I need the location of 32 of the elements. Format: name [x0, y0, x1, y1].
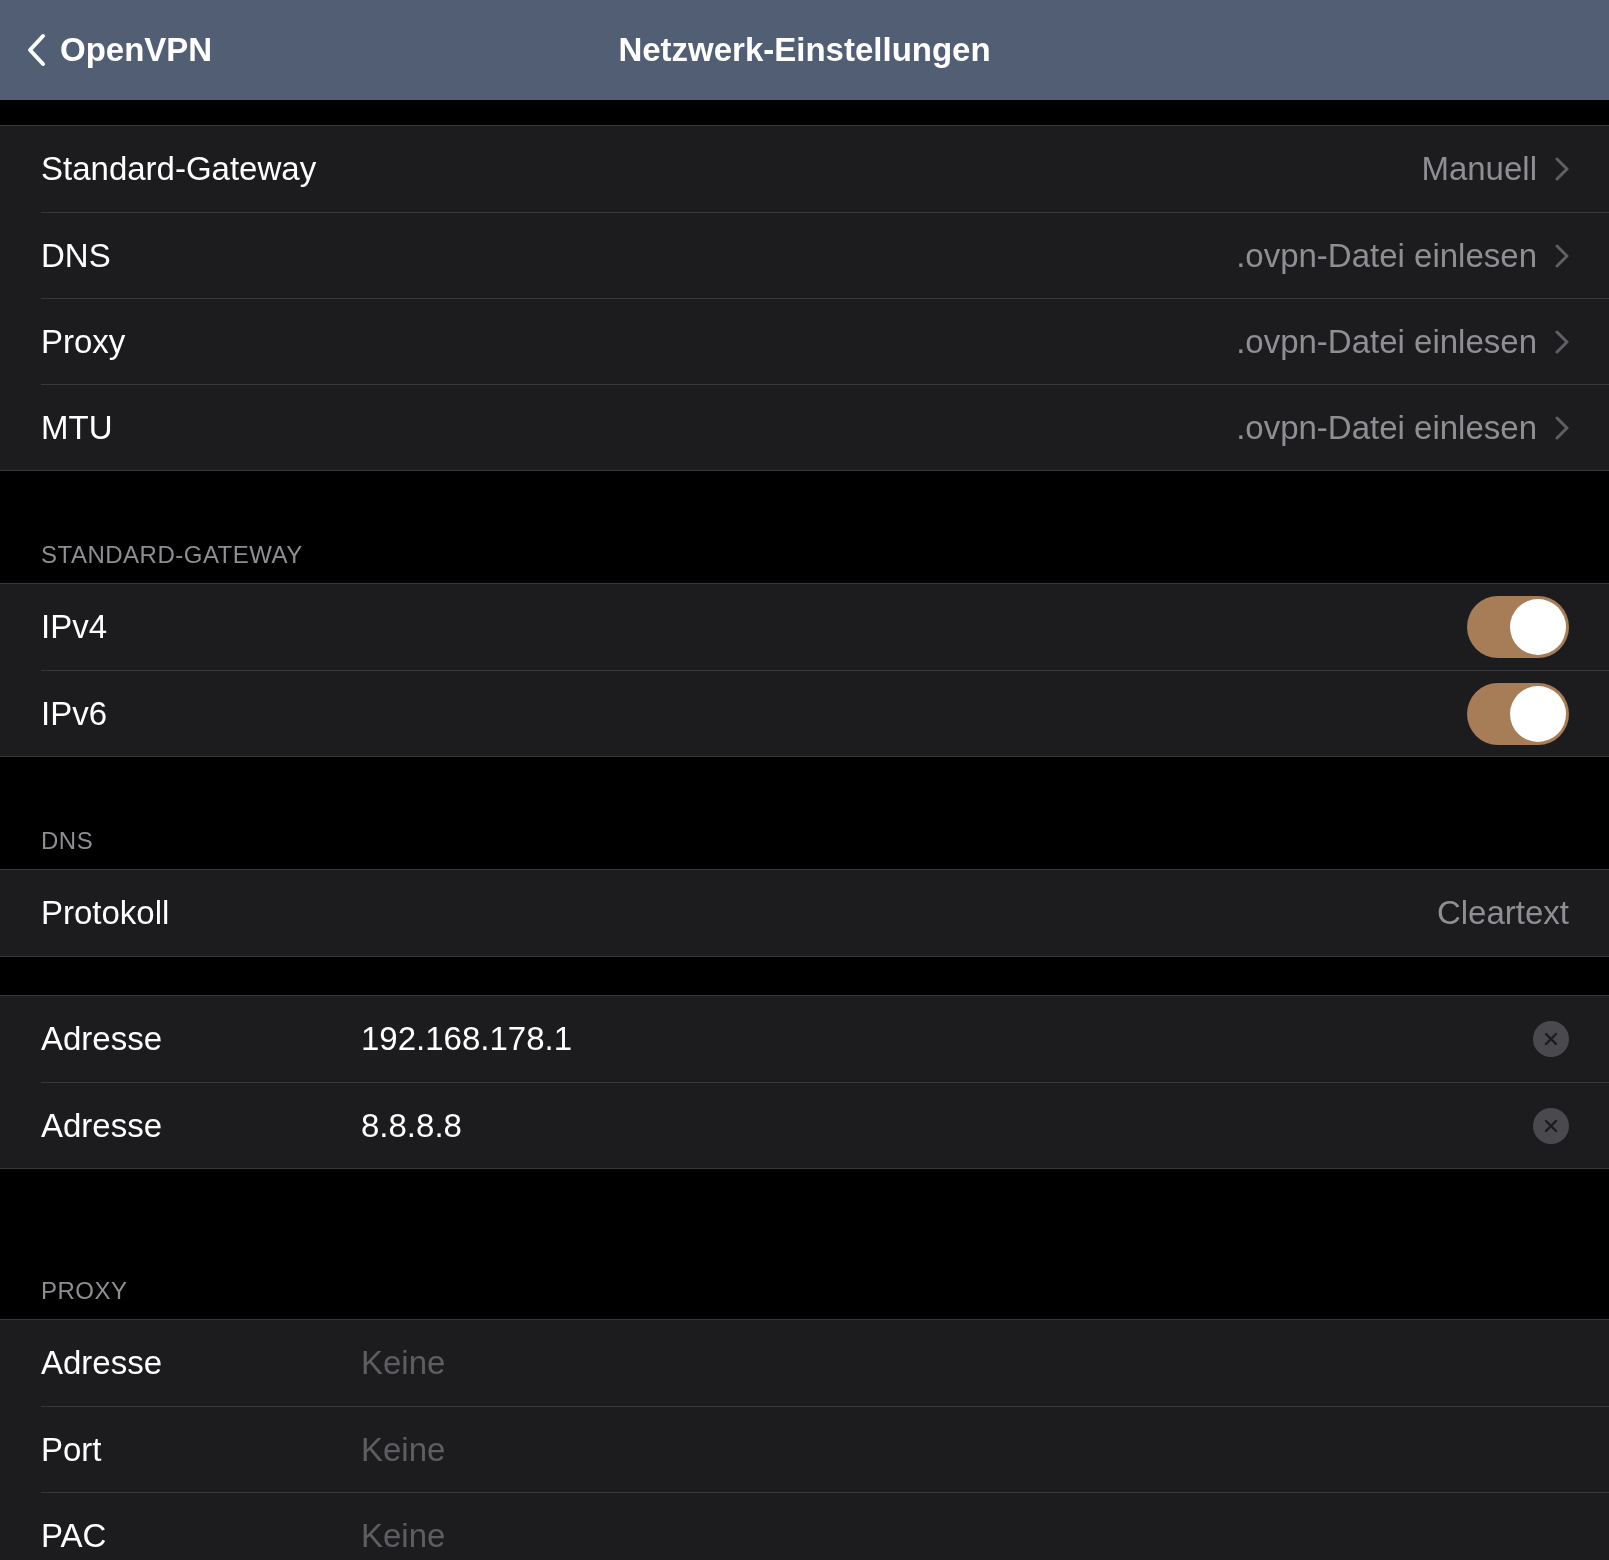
- back-button[interactable]: OpenVPN: [0, 31, 213, 69]
- close-icon: [1544, 1118, 1558, 1133]
- row-value: Manuell: [1421, 150, 1537, 188]
- input-field[interactable]: Keine: [361, 1516, 1569, 1555]
- row-label: DNS: [41, 236, 111, 275]
- row-label: Proxy: [41, 322, 126, 361]
- input-field[interactable]: Keine: [361, 1430, 1569, 1469]
- row-label: IPv4: [41, 608, 108, 646]
- chevron-icon: [1555, 415, 1569, 440]
- chevron-icon: [1555, 243, 1569, 268]
- row-label: Protokoll: [41, 894, 170, 932]
- section-header: STANDARD-GATEWAY: [41, 541, 303, 569]
- section-header: PROXY: [41, 1277, 128, 1305]
- row-label: IPv6: [41, 694, 108, 733]
- input-field[interactable]: 192.168.178.1: [361, 1020, 1533, 1058]
- row-value: Cleartext: [1436, 894, 1569, 932]
- chevron-icon: [1555, 329, 1569, 354]
- row-label: PAC: [41, 1516, 108, 1555]
- chevron-icon: [1555, 157, 1569, 181]
- section-header: DNS: [41, 827, 94, 855]
- row-label: Adresse: [41, 1344, 164, 1382]
- row-label: Adresse: [41, 1020, 164, 1058]
- close-icon: [1544, 1032, 1558, 1046]
- row-label: Standard-Gateway: [41, 150, 317, 188]
- window-title: Netzwerk-Einstellungen: [618, 31, 991, 69]
- input-field[interactable]: 8.8.8.8: [361, 1106, 1533, 1145]
- back-icon: [26, 33, 46, 67]
- row-label: Port: [41, 1430, 103, 1469]
- input-field[interactable]: Keine: [361, 1344, 1569, 1382]
- row-label: MTU: [41, 408, 113, 447]
- row-label: Adresse: [41, 1106, 164, 1145]
- row-link[interactable]: Manuell: [1421, 150, 1569, 188]
